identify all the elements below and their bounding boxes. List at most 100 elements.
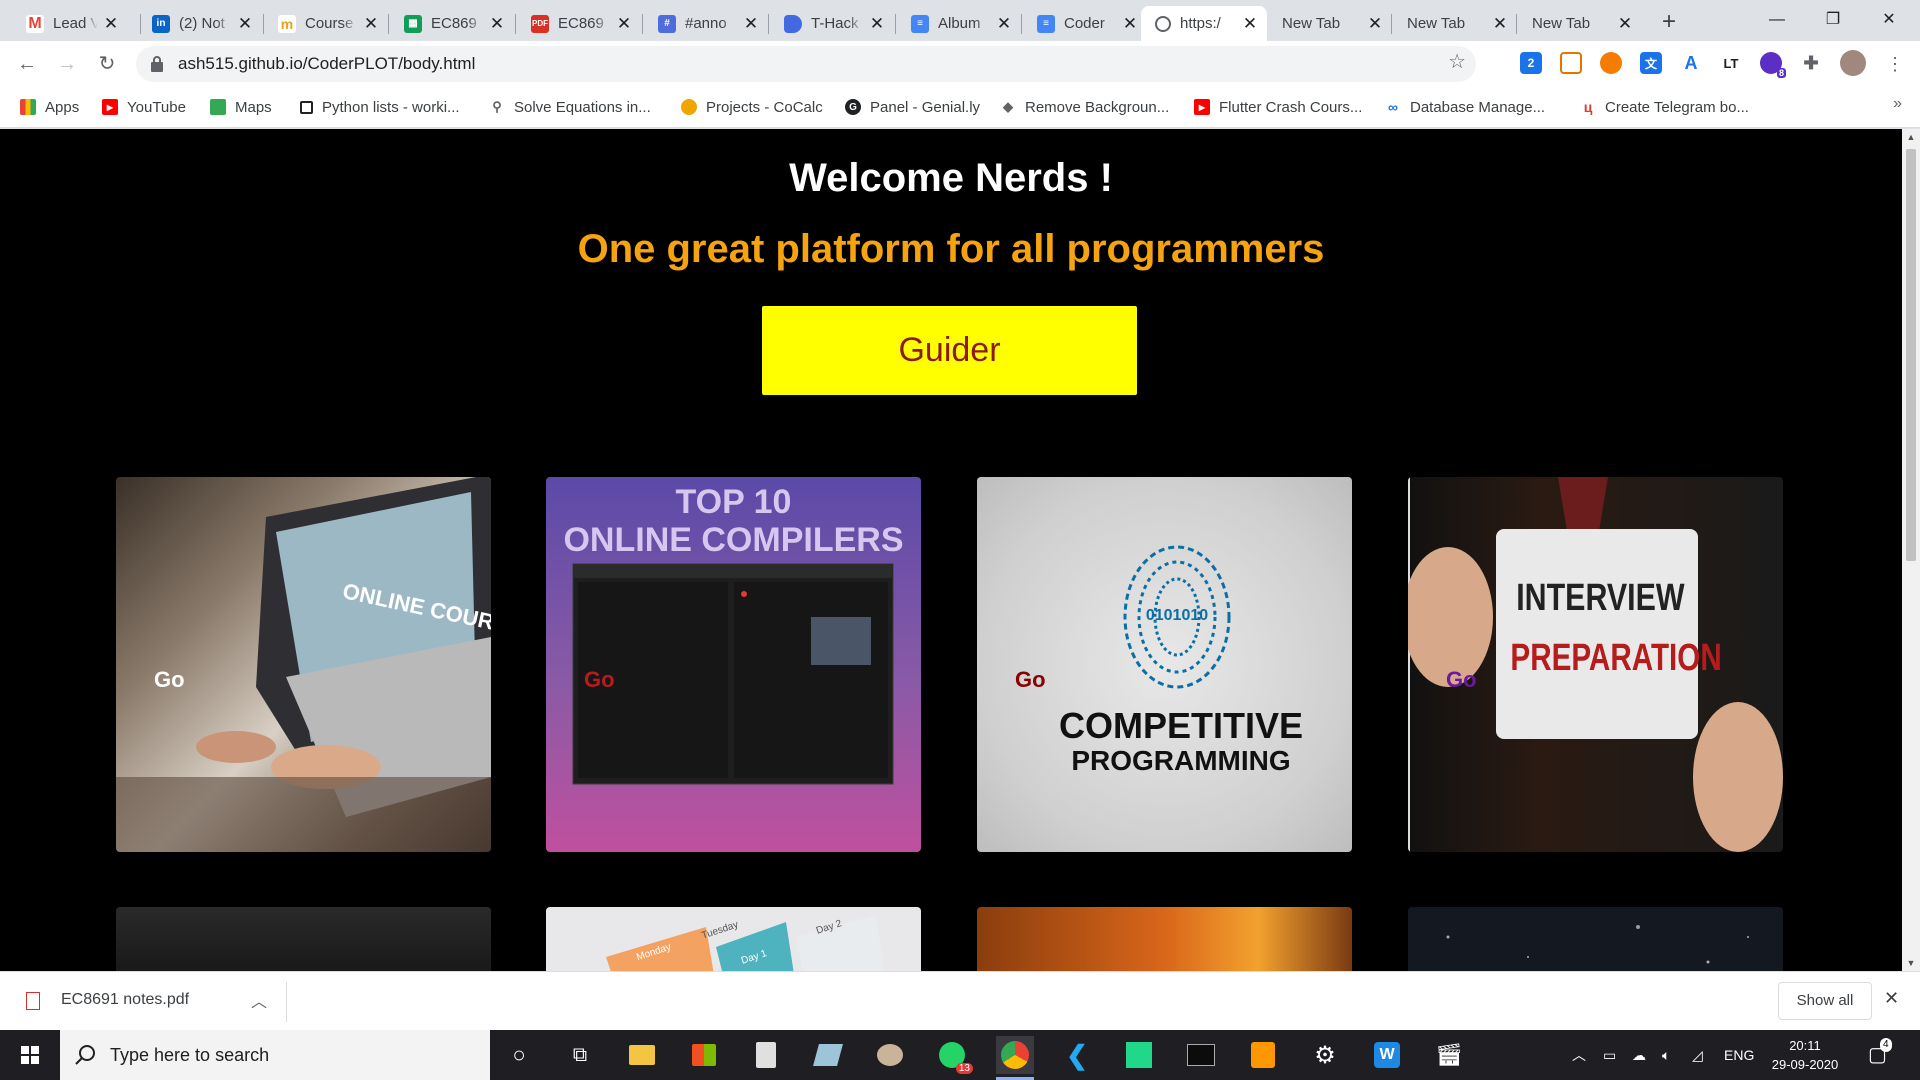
menu-kebab-icon[interactable]: ⋮ xyxy=(1880,49,1910,79)
puzzle-icon[interactable]: ✚ xyxy=(1800,52,1822,74)
sublime-icon[interactable] xyxy=(1244,1036,1282,1074)
language-indicator[interactable]: ENG xyxy=(1724,1030,1754,1080)
tab-pdf[interactable]: PDF EC869 ✕ xyxy=(517,6,641,41)
close-icon[interactable]: ✕ xyxy=(102,14,120,34)
card-row2-2[interactable]: Monday Tuesday Day 1 Day 2 xyxy=(546,907,921,971)
download-bar-close-icon[interactable]: ✕ xyxy=(1884,988,1899,1009)
bookmark-telegram-bot[interactable]: ц Create Telegram bo... xyxy=(1580,95,1749,119)
translate-icon[interactable]: 文 xyxy=(1640,52,1662,74)
back-button[interactable]: ← xyxy=(12,49,42,79)
go-link[interactable]: Go xyxy=(584,667,615,693)
pycharm-icon[interactable] xyxy=(1120,1036,1158,1074)
page-scrollbar[interactable]: ▲ ▼ xyxy=(1902,129,1920,971)
scroll-thumb[interactable] xyxy=(1906,149,1916,561)
address-bar[interactable]: ash515.github.io/CoderPLOT/body.html ☆ xyxy=(136,46,1476,82)
new-tab-button[interactable]: + xyxy=(1654,8,1684,38)
task-view-icon[interactable]: ⧉ xyxy=(561,1036,599,1074)
calculator-icon[interactable] xyxy=(747,1036,785,1074)
bookmark-apps[interactable]: Apps xyxy=(20,95,79,119)
file-explorer-icon[interactable] xyxy=(623,1036,661,1074)
chevron-up-icon[interactable]: ︿ xyxy=(251,988,267,1012)
tab-sheet[interactable]: ▦ EC869 ✕ xyxy=(390,6,514,41)
battery-icon[interactable]: ▭ xyxy=(1603,1030,1616,1080)
bookmark-remove-background[interactable]: ◆ Remove Backgroun... xyxy=(1000,95,1169,119)
notes-app-icon[interactable] xyxy=(809,1036,847,1074)
chrome-icon[interactable] xyxy=(996,1036,1034,1080)
close-icon[interactable]: ✕ xyxy=(1616,14,1634,34)
tab-thack[interactable]: T-Hack ✕ xyxy=(770,6,894,41)
close-icon[interactable]: ✕ xyxy=(868,14,886,34)
whatsapp-icon[interactable]: 13 xyxy=(933,1036,973,1074)
wifi-icon[interactable]: ◿ xyxy=(1692,1030,1703,1080)
wps-writer-icon[interactable]: W xyxy=(1368,1036,1406,1074)
card-online-compilers[interactable]: TOP 10 ONLINE COMPILERS Go xyxy=(546,477,921,852)
go-link[interactable]: Go xyxy=(154,667,185,693)
profile-avatar[interactable] xyxy=(1840,50,1866,76)
tab-course[interactable]: m Course ✕ xyxy=(264,6,388,41)
card-row2-4[interactable] xyxy=(1408,907,1783,971)
start-button[interactable] xyxy=(0,1030,60,1080)
taskbar-search-box[interactable]: Type here to search xyxy=(60,1030,490,1080)
tab-gmail[interactable]: M Lead V ✕ xyxy=(12,6,128,41)
close-icon[interactable]: ✕ xyxy=(995,14,1013,34)
tab-annotation[interactable]: # #anno ✕ xyxy=(644,6,768,41)
download-filename[interactable]: EC8691 notes.pdf xyxy=(61,991,189,1009)
restore-button[interactable]: ❐ xyxy=(1810,0,1856,40)
card-competitive-programming[interactable]: 0101010 COMPETITIVE PROGRAMMING Go xyxy=(977,477,1352,852)
extension-orange-icon[interactable] xyxy=(1600,52,1622,74)
reload-button[interactable]: ↻ xyxy=(92,49,122,79)
bookmark-star-icon[interactable]: ☆ xyxy=(1448,49,1466,74)
scroll-down-arrow[interactable]: ▼ xyxy=(1902,955,1920,971)
tab-active-page[interactable]: https:/ ✕ xyxy=(1141,6,1267,41)
forward-button[interactable]: → xyxy=(52,49,82,79)
cloud-sync-icon[interactable]: ☁ xyxy=(1632,1030,1646,1080)
scroll-up-arrow[interactable]: ▲ xyxy=(1902,129,1920,145)
card-row2-1[interactable] xyxy=(116,907,491,971)
tray-chevron-up-icon[interactable]: ︿ xyxy=(1572,1030,1586,1080)
close-icon[interactable]: ✕ xyxy=(1491,14,1509,34)
close-icon[interactable]: ✕ xyxy=(1366,14,1384,34)
extension-screen-icon[interactable] xyxy=(1560,52,1582,74)
go-link[interactable]: Go xyxy=(1446,667,1477,693)
tab-new-1[interactable]: New Tab ✕ xyxy=(1268,6,1392,41)
card-interview-preparation[interactable]: INTERVIEW PREPARATION Go xyxy=(1408,477,1783,852)
notifications-icon[interactable]: ▢ 4 xyxy=(1868,1030,1892,1080)
volume-icon[interactable]: 🔈︎ xyxy=(1662,1030,1670,1080)
close-icon[interactable]: ✕ xyxy=(1121,14,1139,34)
cortana-icon[interactable]: ○ xyxy=(500,1036,538,1074)
minimize-button[interactable]: — xyxy=(1754,0,1800,40)
card-row2-3[interactable] xyxy=(977,907,1352,971)
tab-linkedin[interactable]: in (2) Not ✕ xyxy=(138,6,262,41)
terminal-icon[interactable] xyxy=(1182,1036,1220,1074)
settings-gear-icon[interactable]: ⚙ xyxy=(1306,1036,1344,1074)
go-link[interactable]: Go xyxy=(1015,667,1046,693)
guider-button[interactable]: Guider xyxy=(762,306,1137,395)
tab-new-3[interactable]: New Tab ✕ xyxy=(1518,6,1642,41)
font-icon[interactable]: A xyxy=(1680,52,1702,74)
bookmark-genially[interactable]: G Panel - Genial.ly xyxy=(845,95,980,119)
paint-icon[interactable] xyxy=(871,1036,909,1074)
bookmark-youtube[interactable]: ▶ YouTube xyxy=(102,95,186,119)
bookmark-python-lists[interactable]: Python lists - worki... xyxy=(300,95,460,119)
video-editor-icon[interactable]: 🎬︎ xyxy=(1430,1036,1468,1074)
show-all-button[interactable]: Show all xyxy=(1778,982,1872,1020)
bookmark-flutter-course[interactable]: ▶ Flutter Crash Cours... xyxy=(1194,95,1362,119)
close-icon[interactable]: ✕ xyxy=(362,14,380,34)
taskbar-clock[interactable]: 20:11 29-09-2020 xyxy=(1770,1036,1840,1074)
store-icon[interactable] xyxy=(685,1036,723,1074)
extension-2-icon[interactable]: 2 xyxy=(1520,52,1542,74)
close-icon[interactable]: ✕ xyxy=(1241,14,1259,34)
lt-icon[interactable]: LT xyxy=(1720,52,1742,74)
tab-coder[interactable]: ≡ Coder ✕ xyxy=(1023,6,1147,41)
bookmark-cocalc[interactable]: Projects - CoCalc xyxy=(681,95,823,119)
bookmarks-overflow-icon[interactable]: » xyxy=(1893,95,1902,113)
bookmark-database-manage[interactable]: ∞ Database Manage... xyxy=(1385,95,1545,119)
extension-badge-icon[interactable]: 8 xyxy=(1760,52,1786,78)
bookmark-solve-equations[interactable]: ⚲ Solve Equations in... xyxy=(489,95,651,119)
close-icon[interactable]: ✕ xyxy=(236,14,254,34)
vscode-icon[interactable]: ❮ xyxy=(1058,1036,1096,1074)
close-icon[interactable]: ✕ xyxy=(488,14,506,34)
tab-new-2[interactable]: New Tab ✕ xyxy=(1393,6,1517,41)
tab-album[interactable]: ≡ Album ✕ xyxy=(897,6,1021,41)
window-close-button[interactable]: ✕ xyxy=(1866,0,1912,40)
